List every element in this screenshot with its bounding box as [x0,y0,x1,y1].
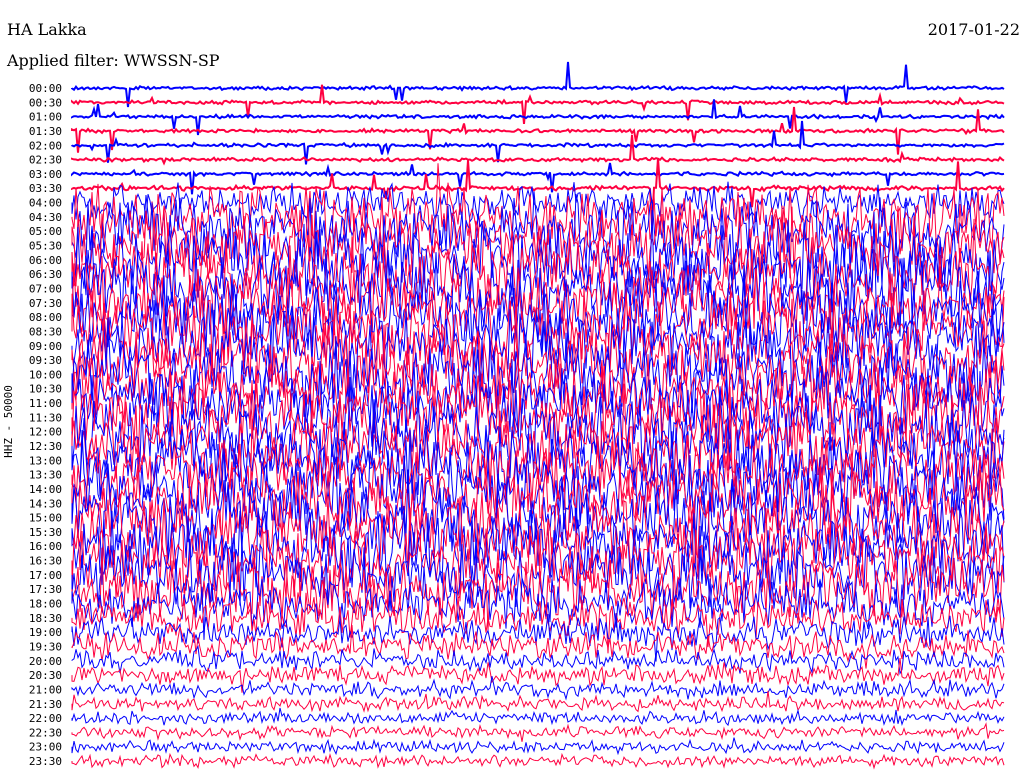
time-tick-label: 10:00 [29,368,62,381]
time-tick-label: 03:00 [29,168,62,181]
time-tick-label: 14:00 [29,483,62,496]
time-tick-label: 04:30 [29,211,62,224]
time-tick-label: 01:00 [29,111,62,124]
time-tick-label: 17:30 [29,583,62,596]
time-tick-label: 21:30 [29,698,62,711]
time-tick-label: 18:30 [29,612,62,625]
time-tick-label: 19:00 [29,626,62,639]
time-tick-label: 00:30 [29,96,62,109]
time-tick-label: 07:30 [29,297,62,310]
time-tick-label: 03:30 [29,182,62,195]
trace-2230 [71,722,1005,742]
time-tick-label: 09:00 [29,340,62,353]
time-tick-label: 08:00 [29,311,62,324]
time-tick-label: 02:30 [29,154,62,167]
time-tick-label: 19:30 [29,640,62,653]
trace-2330 [71,752,1005,770]
time-tick-label: 22:30 [29,726,62,739]
time-tick-label: 05:30 [29,240,62,253]
time-tick-label: 00:00 [29,82,62,95]
trace-2300 [71,737,1005,756]
helicorder-plot: 00:0000:30 01:0001:3002:00 02:3003:0003:30… [29,61,1005,770]
trace-0030 [71,84,1005,124]
time-tick-label: 16:30 [29,555,62,568]
time-tick-label: 23:00 [29,741,62,754]
time-tick-label: 11:00 [29,397,62,410]
time-tick-label: 08:30 [29,325,62,338]
time-tick-label: 12:30 [29,440,62,453]
time-tick-label: 10:30 [29,383,62,396]
time-tick-label: 21:00 [29,683,62,696]
time-tick-label: 23:30 [29,755,62,768]
time-tick-label: 07:00 [29,282,62,295]
time-tick-label: 15:00 [29,512,62,525]
time-tick-label: 15:30 [29,526,62,539]
time-tick-label: 02:00 [29,139,62,152]
time-tick-label: 04:00 [29,197,62,210]
time-tick-label: 14:30 [29,497,62,510]
time-tick-label: 20:30 [29,669,62,682]
trace-0230 [71,134,1005,166]
time-tick-label: 05:00 [29,225,62,238]
trace-2200 [71,707,1005,727]
time-tick-label: 13:00 [29,454,62,467]
time-tick-label: 12:00 [29,426,62,439]
time-tick-label: 01:30 [29,125,62,138]
time-tick-label: 22:00 [29,712,62,725]
time-tick-label: 20:00 [29,655,62,668]
time-tick-label: 17:00 [29,569,62,582]
time-tick-label: 18:00 [29,598,62,611]
trace-0330 [71,158,1005,226]
time-tick-label: 13:30 [29,469,62,482]
trace-2000 [71,644,1005,676]
time-tick-label: 06:00 [29,254,62,267]
time-tick-label: 16:00 [29,540,62,553]
time-tick-label: 11:30 [29,411,62,424]
time-tick-label: 06:30 [29,268,62,281]
time-tick-label: 09:30 [29,354,62,367]
